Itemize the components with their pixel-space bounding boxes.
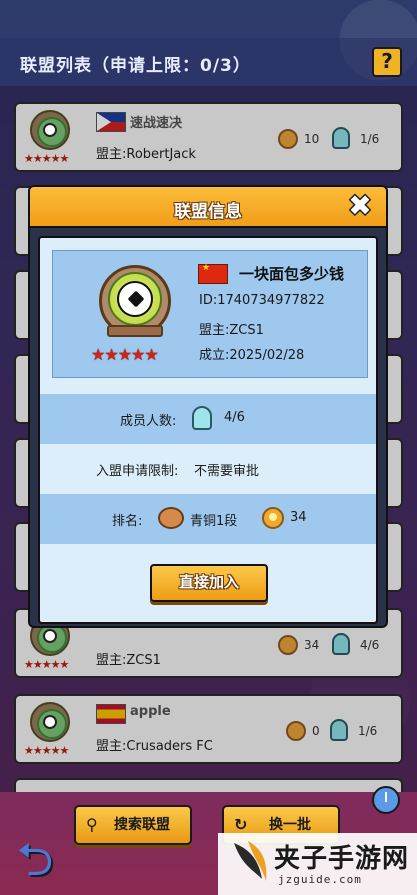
join-limit-label: 入盟申请限制:	[96, 464, 179, 479]
join-limit-row: 入盟申请限制: 不需要审批	[40, 444, 376, 494]
back-arrow-icon[interactable]: ⮌	[10, 835, 60, 885]
rank-row: 排名: 青铜1段 34	[40, 494, 376, 544]
rank-tier: 青铜1段	[190, 514, 238, 529]
search-alliance-button[interactable]: ⚲ 搜索联盟	[74, 805, 192, 845]
ghost-member-icon	[192, 406, 212, 430]
star-rating: ★★★★★	[91, 345, 159, 364]
modal-body: ★★★★★ 一块面包多少钱 ID:1740734977822 盟主:ZCS1 成…	[38, 236, 378, 624]
watermark-title: 夹子手游网	[274, 844, 410, 874]
modal-title: 联盟信息	[174, 202, 242, 222]
rank-bronze-icon	[158, 507, 184, 529]
alliance-info-card: ★★★★★ 一块面包多少钱 ID:1740734977822 盟主:ZCS1 成…	[52, 250, 368, 378]
flag-china-icon	[198, 263, 228, 284]
watermark: 夹子手游网 jzguide.com	[218, 833, 417, 895]
watermark-url: jzguide.com	[278, 873, 362, 886]
close-icon[interactable]: ✖	[346, 192, 374, 221]
rank-points: 34	[290, 510, 307, 525]
alliance-id: ID:1740734977822	[199, 293, 325, 308]
members-label: 成员人数:	[120, 414, 177, 429]
search-icon: ⚲	[86, 815, 98, 834]
members-value: 4/6	[224, 410, 245, 425]
page-title: 联盟列表（申请上限：0/3）	[20, 56, 251, 76]
members-row: 成员人数: 4/6	[40, 394, 376, 444]
soccer-badge-icon	[99, 265, 171, 345]
clock-icon[interactable]	[372, 786, 400, 814]
join-button[interactable]: 直接加入	[150, 564, 268, 602]
alliance-name: 一块面包多少钱	[239, 265, 345, 283]
modal-header: 联盟信息 ✖	[30, 187, 386, 228]
alliance-founded: 成立:2025/02/28	[199, 348, 305, 363]
help-button[interactable]: ?	[372, 47, 402, 77]
refresh-label: 换一批	[269, 817, 311, 833]
join-limit-value: 不需要审批	[194, 464, 260, 479]
alliance-info-modal: 联盟信息 ✖ ★★★★★ 一块面包多少钱 ID:1740734977822 盟主…	[28, 185, 388, 628]
header-bar: 联盟列表（申请上限：0/3） ?	[0, 38, 417, 86]
search-alliance-label: 搜索联盟	[114, 817, 170, 833]
watermark-logo-icon	[234, 841, 267, 881]
alliance-leader: 盟主:ZCS1	[199, 323, 264, 338]
medal-icon	[262, 507, 284, 529]
rank-label: 排名:	[112, 514, 143, 529]
